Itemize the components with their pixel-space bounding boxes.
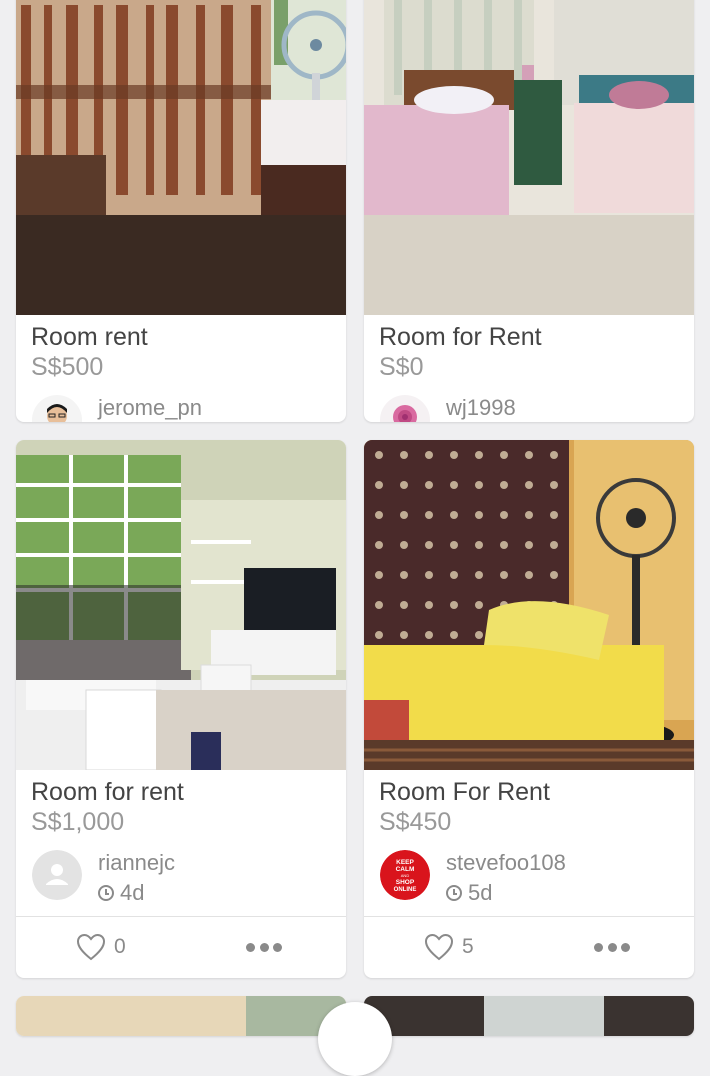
like-count: 0: [114, 935, 126, 958]
posted-time: 4d: [98, 880, 144, 906]
living-room-photo-icon: [16, 440, 346, 770]
listing-price: S$1,000: [31, 808, 125, 836]
like-count: 5: [462, 935, 474, 958]
seller-username[interactable]: jerome_pn: [98, 395, 202, 421]
bedroom-photo-icon: [16, 0, 346, 315]
listing-price: S$500: [31, 353, 104, 381]
listing-card[interactable]: Room For Rent S$450 KEEP CALM AND SHOP O…: [364, 440, 694, 978]
rose-avatar-icon[interactable]: [380, 395, 430, 422]
heart-icon: [424, 933, 454, 961]
listing-card[interactable]: [16, 996, 346, 1036]
sell-button[interactable]: [318, 1002, 392, 1076]
like-button[interactable]: 0: [76, 932, 126, 962]
clock-icon: [98, 885, 114, 901]
listing-title[interactable]: Room For Rent: [379, 778, 550, 807]
listing-photo[interactable]: [364, 440, 694, 770]
listing-photo-icon: [16, 996, 346, 1036]
listing-card[interactable]: Room for rent S$1,000 riannejc 4d 0: [16, 440, 346, 978]
listing-photo[interactable]: [16, 440, 346, 770]
svg-text:CALM: CALM: [396, 866, 415, 873]
listing-card[interactable]: Room for Rent S$0 wj1998 1d: [364, 0, 694, 422]
listing-title[interactable]: Room rent: [31, 323, 148, 352]
divider: [364, 916, 694, 917]
listing-photo-icon: [364, 996, 694, 1036]
svg-text:ONLINE: ONLINE: [394, 887, 417, 893]
svg-text:KEEP: KEEP: [396, 859, 414, 866]
listing-price: S$450: [379, 808, 452, 836]
listing-card[interactable]: [364, 996, 694, 1036]
like-button[interactable]: 5: [424, 932, 474, 962]
posted-time-label: 4d: [120, 880, 145, 905]
seller-username[interactable]: riannejc: [98, 850, 175, 876]
seller-username[interactable]: stevefoo108: [446, 850, 566, 876]
listing-photo[interactable]: [364, 0, 694, 315]
default-user-avatar-icon[interactable]: [32, 850, 82, 900]
listing-grid: Room rent S$500 jerome_pn 2d: [0, 0, 710, 1076]
heart-icon: [76, 933, 106, 961]
clock-icon: [446, 885, 462, 901]
divider: [16, 916, 346, 917]
svg-text:SHOP: SHOP: [396, 879, 415, 886]
listing-price: S$0: [379, 353, 424, 381]
listing-photo[interactable]: [16, 0, 346, 315]
svg-text:AND: AND: [401, 873, 410, 878]
keep-calm-badge-avatar-icon[interactable]: KEEP CALM AND SHOP ONLINE: [380, 850, 430, 900]
bedroom-photo-icon: [364, 440, 694, 770]
listing-title[interactable]: Room for Rent: [379, 323, 542, 352]
bedroom-photo-icon: [364, 0, 694, 315]
more-options-icon[interactable]: [246, 938, 282, 956]
posted-time-label: 5d: [468, 880, 493, 905]
listing-title[interactable]: Room for rent: [31, 778, 184, 807]
posted-time: 5d: [446, 880, 492, 906]
seller-username[interactable]: wj1998: [446, 395, 516, 421]
more-options-icon[interactable]: [594, 938, 630, 956]
listing-card[interactable]: Room rent S$500 jerome_pn 2d: [16, 0, 346, 422]
person-portrait-avatar-icon[interactable]: [32, 395, 82, 422]
